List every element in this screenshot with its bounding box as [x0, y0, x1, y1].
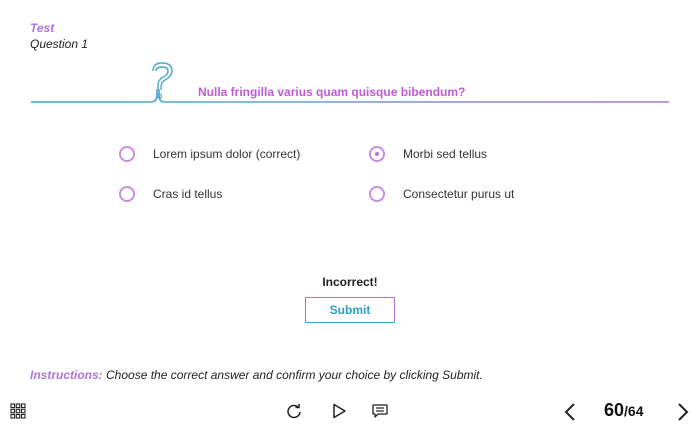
- question-text: Nulla fringilla varius quam quisque bibe…: [198, 85, 466, 99]
- test-title: Test: [30, 21, 55, 35]
- option-3[interactable]: Cras id tellus: [119, 186, 222, 202]
- question-underline: [31, 62, 669, 103]
- page-counter: 60/64: [604, 400, 644, 421]
- previous-icon[interactable]: [563, 401, 577, 423]
- instructions-text: Choose the correct answer and confirm yo…: [106, 368, 483, 382]
- transcript-icon[interactable]: [371, 403, 389, 419]
- option-4[interactable]: Consectetur purus ut: [369, 186, 514, 202]
- replay-icon[interactable]: [285, 402, 303, 420]
- feedback-message: Incorrect!: [322, 275, 378, 289]
- radio-button[interactable]: [119, 186, 135, 202]
- header: Test Question 1: [30, 21, 88, 52]
- play-icon[interactable]: [330, 402, 348, 420]
- question-mark-icon: [152, 62, 173, 99]
- option-1[interactable]: Lorem ipsum dolor (correct): [119, 146, 300, 162]
- instructions: Instructions: Choose the correct answer …: [30, 368, 483, 382]
- radio-button-selected[interactable]: [369, 146, 385, 162]
- submit-button[interactable]: Submit: [305, 297, 395, 323]
- option-label: Morbi sed tellus: [403, 147, 488, 161]
- next-icon[interactable]: [676, 401, 690, 423]
- instructions-label: Instructions:: [30, 368, 103, 382]
- question-number: Question 1: [30, 37, 89, 51]
- radio-dot: [375, 152, 379, 156]
- option-2[interactable]: Morbi sed tellus: [369, 146, 487, 162]
- radio-button[interactable]: [369, 186, 385, 202]
- radio-button[interactable]: [119, 146, 135, 162]
- option-label: Lorem ipsum dolor (correct): [153, 147, 301, 161]
- menu-grid-icon[interactable]: [10, 403, 26, 419]
- option-label: Consectetur purus ut: [403, 187, 515, 201]
- current-page: 60: [604, 400, 625, 420]
- total-pages: /64: [624, 403, 644, 419]
- option-label: Cras id tellus: [153, 187, 223, 201]
